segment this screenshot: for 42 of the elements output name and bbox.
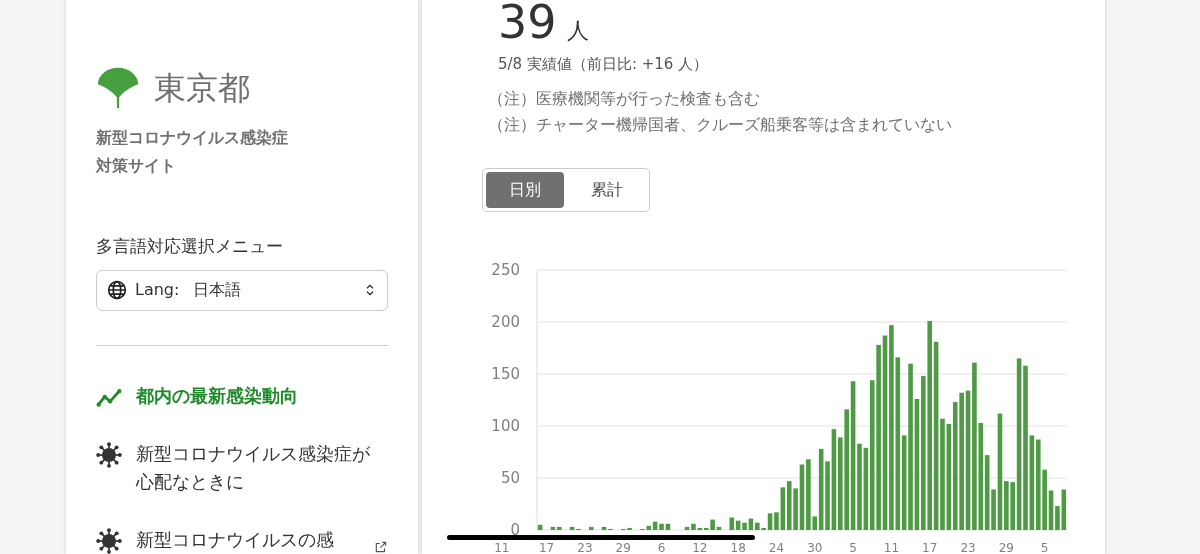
y-tick-label: 150 (491, 364, 520, 383)
x-tick-label: 5 (1040, 540, 1049, 554)
bar (537, 524, 543, 530)
x-tick-label: 12 (692, 540, 708, 554)
ginkgo-logo-icon (96, 66, 140, 110)
virus-icon (96, 527, 122, 554)
x-tick-label: 17 (538, 540, 555, 554)
x-tick-label: 29 (615, 540, 631, 554)
logo-text: 東京都 (154, 72, 250, 104)
y-tick-label: 100 (491, 416, 520, 435)
date-note: 5/8 実績値（前日比: +16 人） (497, 54, 710, 75)
x-tick-label: 6 (657, 540, 666, 554)
site-title: 対策サイト (96, 155, 177, 177)
nav-item[interactable]: 都内の最新感染動向 (96, 381, 388, 410)
note-text: （注）医療機関等が行った検査も含む (488, 87, 761, 110)
globe-icon (107, 280, 127, 300)
site-title: 新型コロナウイルス感染症 (96, 127, 289, 149)
bar (589, 526, 594, 530)
x-tick-label: 23 (577, 540, 593, 554)
nav-item[interactable]: 新型コロナウイルスの感 (96, 525, 388, 554)
note-text: （注）チャーター機帰国者、クルーズ船乗客等は含まれていない (488, 113, 953, 136)
y-tick-label: 0 (510, 520, 520, 539)
x-tick-label: 30 (807, 540, 823, 554)
count-unit: 人 (566, 18, 589, 43)
count-value: 39 (498, 0, 557, 49)
language-select[interactable]: Lang: 日本語 (96, 269, 388, 311)
toggle-button[interactable]: 日別 (486, 171, 564, 208)
y-tick-label: 50 (500, 468, 520, 487)
x-tick-label: 17 (922, 540, 938, 554)
virus-icon (96, 441, 122, 468)
y-tick-label: 200 (491, 312, 520, 331)
x-tick-label: 23 (960, 540, 976, 554)
scrollbar[interactable] (447, 535, 755, 540)
x-tick-label: 11 (883, 540, 900, 554)
y-tick-label: 250 (491, 260, 520, 279)
nav-item[interactable]: 新型コロナウイルス感染症が心配なときに (96, 439, 388, 496)
x-tick-label: 29 (998, 540, 1014, 554)
menu-label: 多言語対応選択メニュー (96, 235, 284, 258)
x-tick-label: 24 (768, 540, 785, 554)
x-tick-label: 5 (849, 540, 857, 554)
x-tick-label: 18 (730, 540, 746, 554)
x-tick-label: 11 (494, 540, 510, 554)
